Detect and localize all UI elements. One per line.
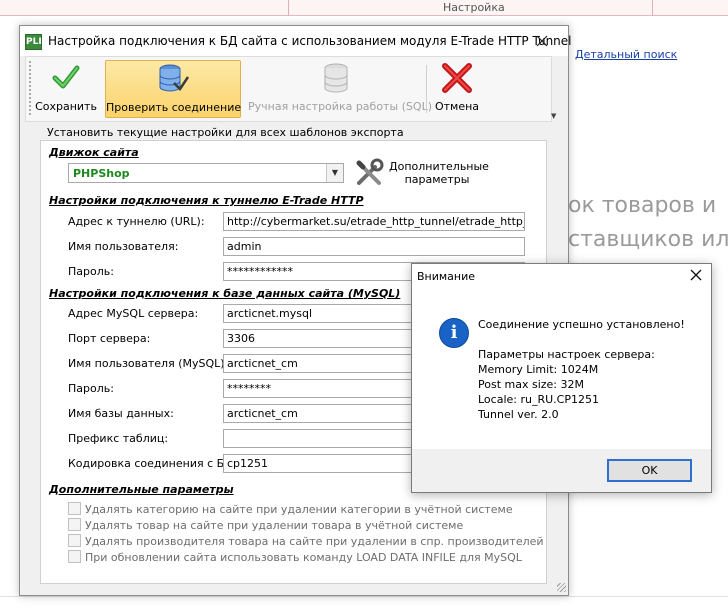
option-delete-product-checkbox[interactable]: Удалять товар на сайте при удалении това… [68, 518, 463, 532]
background-divider [0, 596, 728, 597]
message-close-button[interactable] [688, 267, 704, 283]
background-tab-separator [288, 0, 289, 16]
mysql-port-label: Порт сервера: [68, 332, 151, 345]
toolbar: Сохранить Проверить соединение Ручная на… [25, 56, 552, 122]
checkbox[interactable] [68, 550, 81, 563]
toolbar-grip[interactable] [29, 61, 31, 117]
engine-section-title: Движок сайта [49, 146, 139, 159]
checkbox[interactable] [68, 518, 81, 531]
engine-select[interactable]: PHPShop ▼ [68, 163, 344, 183]
manual-sql-label: Ручная настройка работы (SQL) [248, 100, 432, 113]
save-button[interactable]: Сохранить [34, 60, 98, 118]
message-post-max: Post max size: 32M [478, 378, 584, 391]
tunnel-password-label: Пароль: [68, 265, 114, 278]
message-tunnel-version: Tunnel ver. 2.0 [478, 408, 559, 421]
manual-sql-button[interactable]: Ручная настройка работы (SQL) [248, 60, 432, 118]
checkbox[interactable] [68, 502, 81, 515]
tunnel-section-title: Настройки подключения к туннелю E-Trade … [49, 194, 364, 207]
detailed-search-link[interactable]: Детальный поиск [575, 48, 677, 61]
extra-section-title: Дополнительные параметры [49, 483, 234, 496]
chevron-down-icon[interactable]: ▼ [326, 164, 343, 182]
tools-icon [356, 158, 384, 185]
red-x-icon [442, 63, 472, 93]
tunnel-url-label: Адрес к туннелю (URL): [68, 215, 205, 228]
option-delete-manufacturer-checkbox[interactable]: Удалять производителя товара на сайте пр… [68, 534, 544, 548]
mysql-password-label: Пароль: [68, 382, 114, 395]
window-title: Настройка подключения к БД сайта с испол… [48, 34, 572, 48]
database-stack-icon [324, 63, 348, 93]
option-label: Удалять товар на сайте при удалении това… [85, 519, 464, 532]
option-load-data-infile-checkbox[interactable]: При обновлении сайта использовать команд… [68, 550, 522, 564]
extra-params-label: Дополнительные параметры [389, 160, 489, 186]
tunnel-user-field[interactable]: admin [223, 237, 525, 256]
option-delete-category-checkbox[interactable]: Удалять категорию на сайте при удалении … [68, 502, 513, 516]
mysql-user-label: Имя пользователя (MySQL): [68, 357, 229, 370]
message-params-header: Параметры настроек сервера: [478, 348, 655, 361]
tunnel-user-label: Имя пользователя: [68, 240, 179, 253]
encoding-label: Кодировка соединения с БД: [68, 457, 237, 470]
option-label: Удалять производителя товара на сайте пр… [85, 535, 544, 548]
close-icon [690, 269, 702, 281]
check-connection-button[interactable]: Проверить соединение [105, 60, 241, 118]
background-tab-settings[interactable]: Настройка [443, 1, 505, 14]
message-success-text: Соединение успешно установлено! [478, 318, 685, 331]
chevron-down-icon: ▼ [551, 112, 557, 120]
mysql-host-label: Адрес MySQL сервера: [68, 307, 199, 320]
toolbar-separator [426, 65, 427, 113]
tunnel-url-field[interactable]: http://cybermarket.su/etrade_http_tunnel… [223, 212, 525, 231]
close-icon [536, 35, 548, 47]
background-text-line: ставщиков ил [568, 227, 728, 252]
save-button-label: Сохранить [35, 100, 97, 113]
ok-button[interactable]: OK [607, 459, 692, 482]
table-prefix-label: Префикс таблиц: [68, 432, 169, 445]
resize-grip[interactable] [557, 583, 566, 592]
check-mark-icon [52, 65, 80, 89]
engine-select-value: PHPShop [73, 167, 130, 180]
message-memory-limit: Memory Limit: 1024M [478, 363, 599, 376]
app-logo-icon: PLI [25, 34, 42, 50]
message-dialog: Внимание i Соединение успешно установлен… [411, 263, 712, 493]
check-connection-label: Проверить соединение [106, 101, 242, 114]
message-locale: Locale: ru_RU.CP1251 [478, 393, 599, 406]
database-check-icon [159, 64, 190, 92]
message-body: Внимание i Соединение успешно установлен… [412, 264, 711, 449]
option-label: Удалять категорию на сайте при удалении … [85, 503, 513, 516]
background-text-line: ок товаров и [568, 193, 717, 218]
message-title: Внимание [417, 270, 476, 283]
cancel-button[interactable]: Отмена [429, 60, 485, 118]
option-label: При обновлении сайта использовать команд… [85, 551, 522, 564]
cancel-button-label: Отмена [434, 100, 480, 113]
window-title-bar[interactable]: PLI Настройка подключения к БД сайта с и… [20, 26, 572, 56]
toolbar-overflow-button[interactable]: ▼ [550, 56, 559, 122]
mysql-db-label: Имя базы данных: [68, 407, 174, 420]
background-top-bar: Настройка [0, 0, 728, 16]
apply-all-templates-hint[interactable]: Установить текущие настройки для всех ша… [47, 126, 404, 139]
mysql-section-title: Настройки подключения к базе данных сайт… [49, 287, 401, 300]
information-icon: i [439, 318, 469, 348]
background-tab-separator [652, 0, 653, 16]
window-close-button[interactable] [532, 32, 552, 50]
checkbox[interactable] [68, 534, 81, 547]
extra-params-button[interactable]: Дополнительные параметры [353, 157, 489, 191]
